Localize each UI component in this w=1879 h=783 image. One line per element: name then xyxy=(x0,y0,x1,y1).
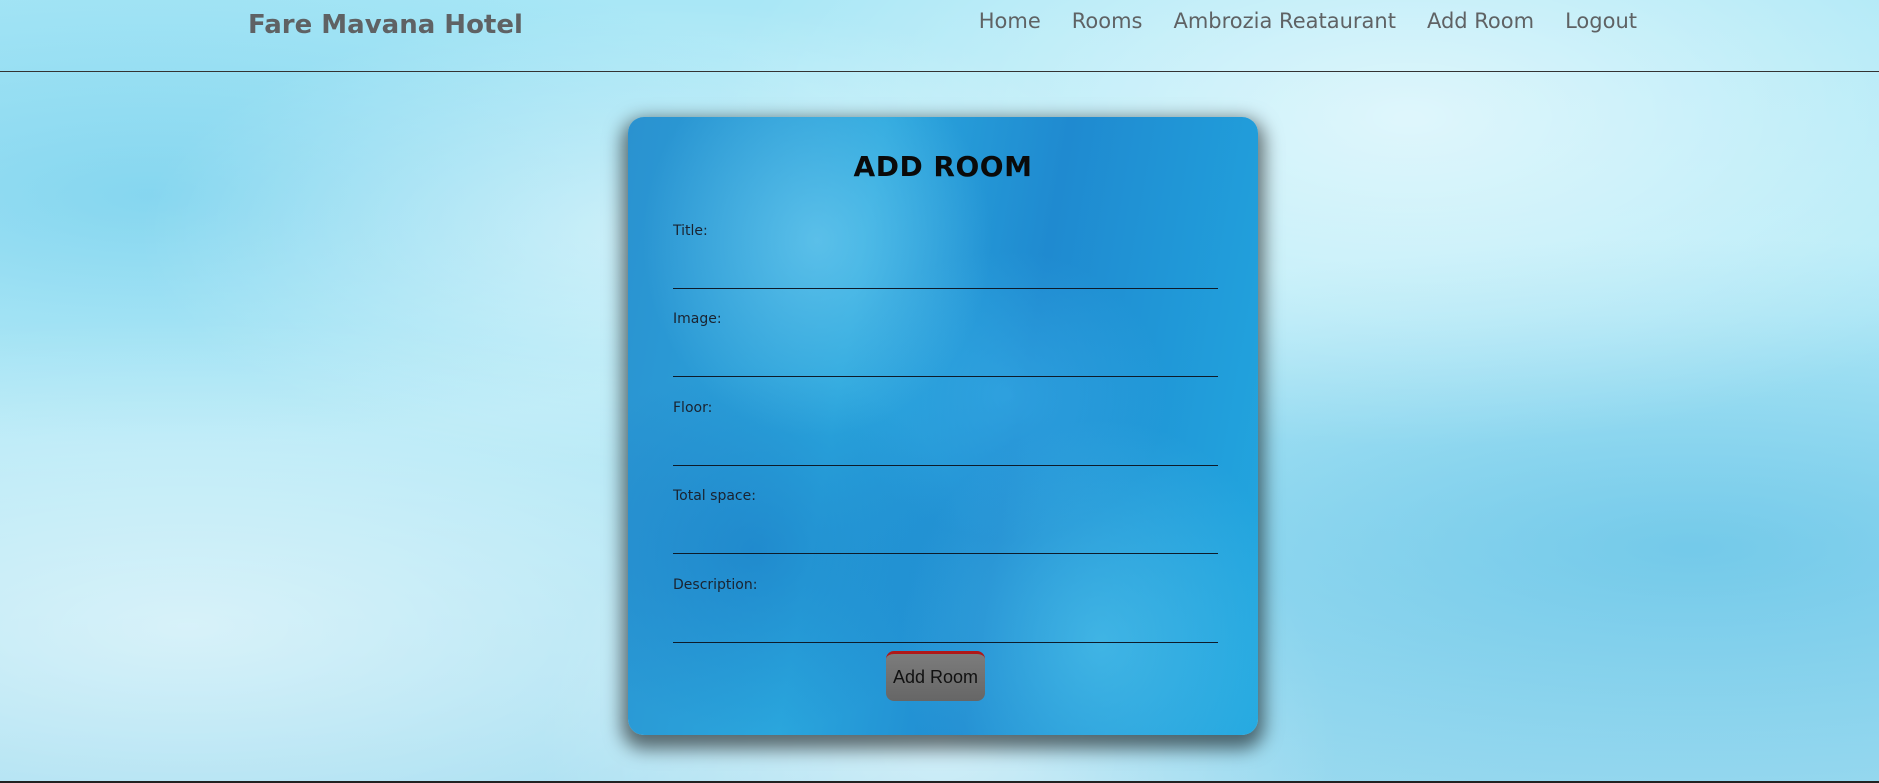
description-input[interactable] xyxy=(673,622,1218,643)
add-room-form-card: ADD ROOM Title: Image: Floor: Total spac… xyxy=(628,117,1258,735)
description-field-label: Description: xyxy=(673,577,758,593)
image-input[interactable] xyxy=(673,356,1218,377)
form-title: ADD ROOM xyxy=(853,150,1033,183)
total-space-field-group: Total space: xyxy=(673,488,1218,554)
title-field-group: Title: xyxy=(673,223,1218,289)
brand-logo-text[interactable]: Fare Mavana Hotel xyxy=(248,10,523,40)
floor-field-label: Floor: xyxy=(673,400,713,416)
image-field-group: Image: xyxy=(673,311,1218,377)
total-space-input[interactable] xyxy=(673,533,1218,554)
main-nav: Home Rooms Ambrozia Reataurant Add Room … xyxy=(979,9,1637,33)
title-field-label: Title: xyxy=(673,223,708,239)
add-room-submit-button[interactable]: Add Room xyxy=(886,651,985,701)
nav-link-home[interactable]: Home xyxy=(979,9,1041,33)
floor-input[interactable] xyxy=(673,445,1218,466)
nav-link-restaurant[interactable]: Ambrozia Reataurant xyxy=(1173,9,1395,33)
nav-link-logout[interactable]: Logout xyxy=(1565,9,1637,33)
nav-link-rooms[interactable]: Rooms xyxy=(1072,9,1143,33)
total-space-field-label: Total space: xyxy=(673,488,756,504)
title-input[interactable] xyxy=(673,268,1218,289)
top-navbar: Fare Mavana Hotel Home Rooms Ambrozia Re… xyxy=(0,0,1879,72)
image-field-label: Image: xyxy=(673,311,722,327)
nav-link-add-room[interactable]: Add Room xyxy=(1427,9,1534,33)
floor-field-group: Floor: xyxy=(673,400,1218,466)
description-field-group: Description: xyxy=(673,577,1218,643)
